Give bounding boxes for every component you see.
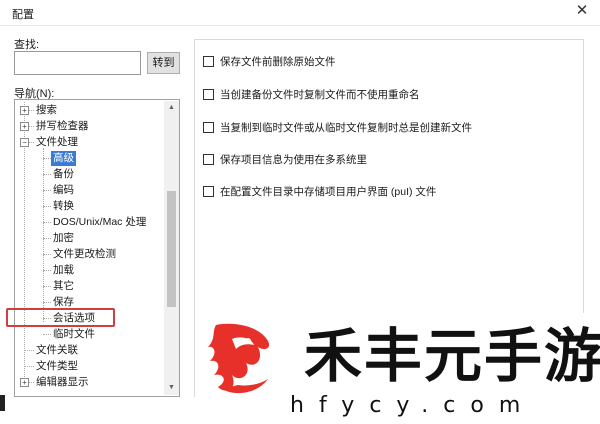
search-label: 查找: [14, 39, 40, 51]
expand-icon[interactable]: + [20, 106, 29, 115]
navigation-tree[interactable]: + + − + 搜索 拼写检查器 文件处理 高级 备份 编码 转换 DOS/Un… [14, 99, 180, 397]
collapse-icon[interactable]: − [20, 138, 29, 147]
window-title: 配置 [12, 9, 34, 21]
checkbox[interactable] [203, 122, 214, 133]
checkbox[interactable] [203, 186, 214, 197]
bottom-area [0, 397, 196, 424]
watermark-url: hfycy.com [290, 393, 536, 418]
expand-icon[interactable]: + [20, 378, 29, 387]
highlight-box [6, 308, 115, 327]
expand-icon[interactable]: + [20, 122, 29, 131]
scroll-down-icon[interactable]: ▼ [164, 381, 179, 395]
dragon-logo-icon [208, 323, 270, 394]
checkbox[interactable] [203, 89, 214, 100]
watermark-text: 禾丰元手游 [304, 322, 600, 390]
checkbox[interactable] [203, 154, 214, 165]
window-edge [0, 395, 5, 411]
watermark: 禾丰元手游 hfycy.com [196, 313, 600, 424]
checkbox[interactable] [203, 56, 214, 67]
goto-button[interactable]: 转到 [147, 52, 180, 74]
scroll-thumb[interactable] [167, 191, 176, 307]
title-bar: 配置 ✕ [0, 0, 600, 26]
tree-scrollbar[interactable]: ▲ ▼ [164, 101, 179, 395]
scroll-up-icon[interactable]: ▲ [164, 101, 179, 115]
search-input[interactable] [14, 51, 141, 75]
close-icon[interactable]: ✕ [574, 3, 590, 19]
